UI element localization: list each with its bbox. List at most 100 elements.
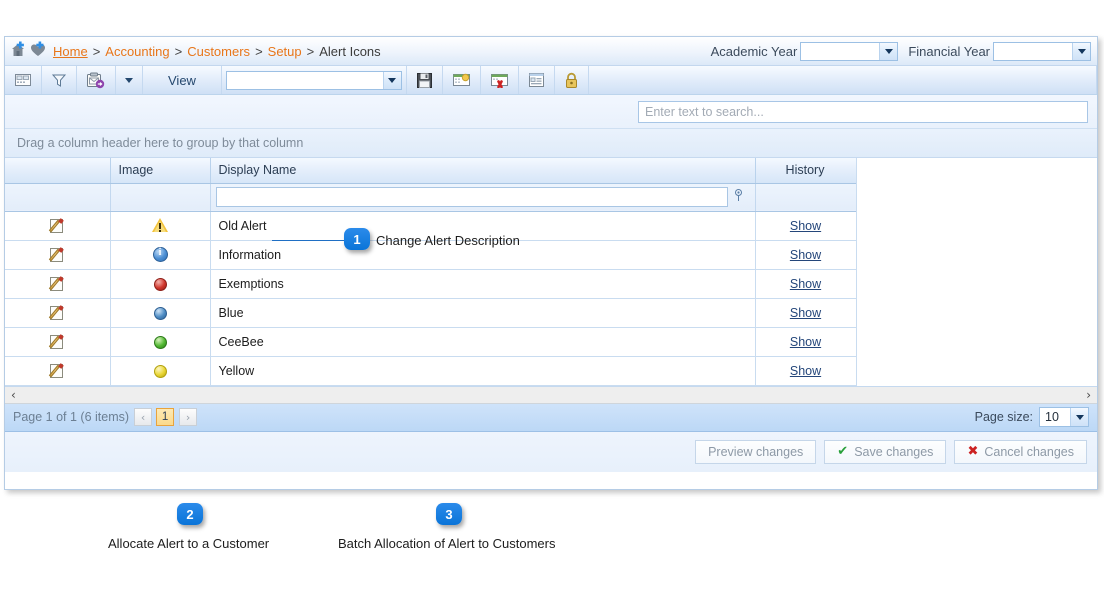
academic-year-label: Academic Year [710,44,798,59]
chevron-down-icon[interactable] [382,71,401,89]
page-size-value: 10 [1045,410,1059,424]
row-edit-cell[interactable] [5,269,111,299]
export-dropdown-button[interactable] [116,66,143,94]
table-row[interactable]: Exemptions Show [5,269,857,299]
history-show-link[interactable]: Show [790,219,821,233]
table-row[interactable]: Blue Show [5,298,857,328]
column-header-image[interactable]: Image [110,158,211,184]
filter-button[interactable] [42,66,77,94]
pager-page-1[interactable]: 1 [156,408,175,426]
breadcrumb-setup[interactable]: Setup [268,44,302,59]
details-button[interactable] [519,66,555,94]
scroll-left-icon[interactable]: ‹ [11,389,16,401]
add-home-icon[interactable] [9,41,27,62]
edit-pencil-icon[interactable] [49,217,65,234]
display-name-filter-input[interactable] [215,187,728,207]
cancel-changes-button[interactable]: ✖ Cancel changes [954,439,1087,464]
preview-changes-label: Preview changes [708,444,804,459]
delete-record-button[interactable] [481,66,519,94]
horizontal-scrollbar[interactable]: ‹ › [5,385,1097,404]
grid-header-row: Image Display Name History [5,158,857,184]
green-ball-icon [153,335,167,349]
breadcrumb-separator-1: > [92,43,101,59]
delete-record-icon [490,74,508,88]
toolbar-spacer [589,66,1097,94]
new-record-icon [452,73,470,86]
history-show-link[interactable]: Show [790,364,821,378]
row-edit-cell[interactable] [5,356,111,386]
filter-cell-history [755,183,857,212]
history-show-link[interactable]: Show [790,248,821,262]
filter-options-icon[interactable] [728,189,750,205]
column-header-display-name[interactable]: Display Name [210,158,756,184]
edit-pencil-icon[interactable] [49,333,65,350]
footer-actions: Preview changes ✔ Save changes ✖ Cancel … [5,431,1097,472]
red-cross-icon: ✖ [967,444,979,459]
academic-year-select[interactable] [800,42,899,61]
pager-next-button[interactable]: › [179,408,198,426]
row-history-cell[interactable]: Show [755,211,857,241]
callout-3-text: Batch Allocation of Alert to Customers [338,536,556,551]
group-by-hint: Drag a column header here to group by th… [17,136,304,150]
callout-2-badge: 2 [177,503,203,525]
row-display-name: Exemptions [210,269,756,299]
financial-year-select[interactable] [993,42,1091,61]
blue-ball-icon [153,306,167,320]
history-show-link[interactable]: Show [790,306,821,320]
red-ball-icon [153,277,167,291]
callout-1-leader-line [272,240,344,241]
row-history-cell[interactable]: Show [755,298,857,328]
add-favourite-icon[interactable] [29,41,47,62]
row-edit-cell[interactable] [5,240,111,270]
preview-changes-button[interactable]: Preview changes [695,439,817,464]
pager-prev-button[interactable]: ‹ [134,408,153,426]
chevron-down-icon[interactable] [1072,43,1090,60]
breadcrumb-customers[interactable]: Customers [187,44,250,59]
grid-empty-area [856,158,1097,386]
new-record-button[interactable] [443,66,481,94]
page-size-select[interactable]: 10 [1039,407,1089,427]
data-grid: Image Display Name History Old Alert Sho… [5,158,1097,386]
view-select[interactable] [225,70,402,90]
funnel-icon [51,74,67,87]
export-button[interactable] [77,66,116,94]
breadcrumb-home[interactable]: Home [53,44,88,59]
column-layout-button[interactable] [5,66,42,94]
edit-pencil-icon[interactable] [49,246,65,263]
row-image-cell [110,356,211,386]
edit-pencil-icon[interactable] [49,362,65,379]
row-edit-cell[interactable] [5,298,111,328]
column-header-history[interactable]: History [755,158,857,184]
row-history-cell[interactable]: Show [755,327,857,357]
row-edit-cell[interactable] [5,211,111,241]
save-changes-label: Save changes [854,444,934,459]
lock-button[interactable] [555,66,589,94]
chevron-down-icon[interactable] [1070,408,1088,426]
view-select-cell[interactable] [222,66,407,94]
export-clipboard-icon [87,72,105,88]
row-edit-cell[interactable] [5,327,111,357]
table-row[interactable]: Yellow Show [5,356,857,386]
group-by-drop-area[interactable]: Drag a column header here to group by th… [5,129,1097,158]
callout-3-badge: 3 [436,503,462,525]
save-changes-button[interactable]: ✔ Save changes [824,439,947,464]
callout-2-text: Allocate Alert to a Customer [108,536,270,551]
column-header-edit[interactable] [5,158,111,184]
row-history-cell[interactable]: Show [755,356,857,386]
financial-year-label: Financial Year [908,44,990,59]
search-input[interactable] [638,100,1088,123]
edit-pencil-icon[interactable] [49,275,65,292]
row-history-cell[interactable]: Show [755,269,857,299]
pager-status: Page 1 of 1 (6 items) [13,410,130,424]
save-button[interactable] [407,66,443,94]
history-show-link[interactable]: Show [790,335,821,349]
edit-pencil-icon[interactable] [49,304,65,321]
columns-layout-icon [15,74,31,86]
scroll-right-icon[interactable]: › [1086,389,1091,401]
history-show-link[interactable]: Show [790,277,821,291]
breadcrumb-accounting[interactable]: Accounting [105,44,169,59]
cancel-changes-label: Cancel changes [984,444,1074,459]
row-history-cell[interactable]: Show [755,240,857,270]
chevron-down-icon[interactable] [879,43,898,60]
table-row[interactable]: CeeBee Show [5,327,857,357]
